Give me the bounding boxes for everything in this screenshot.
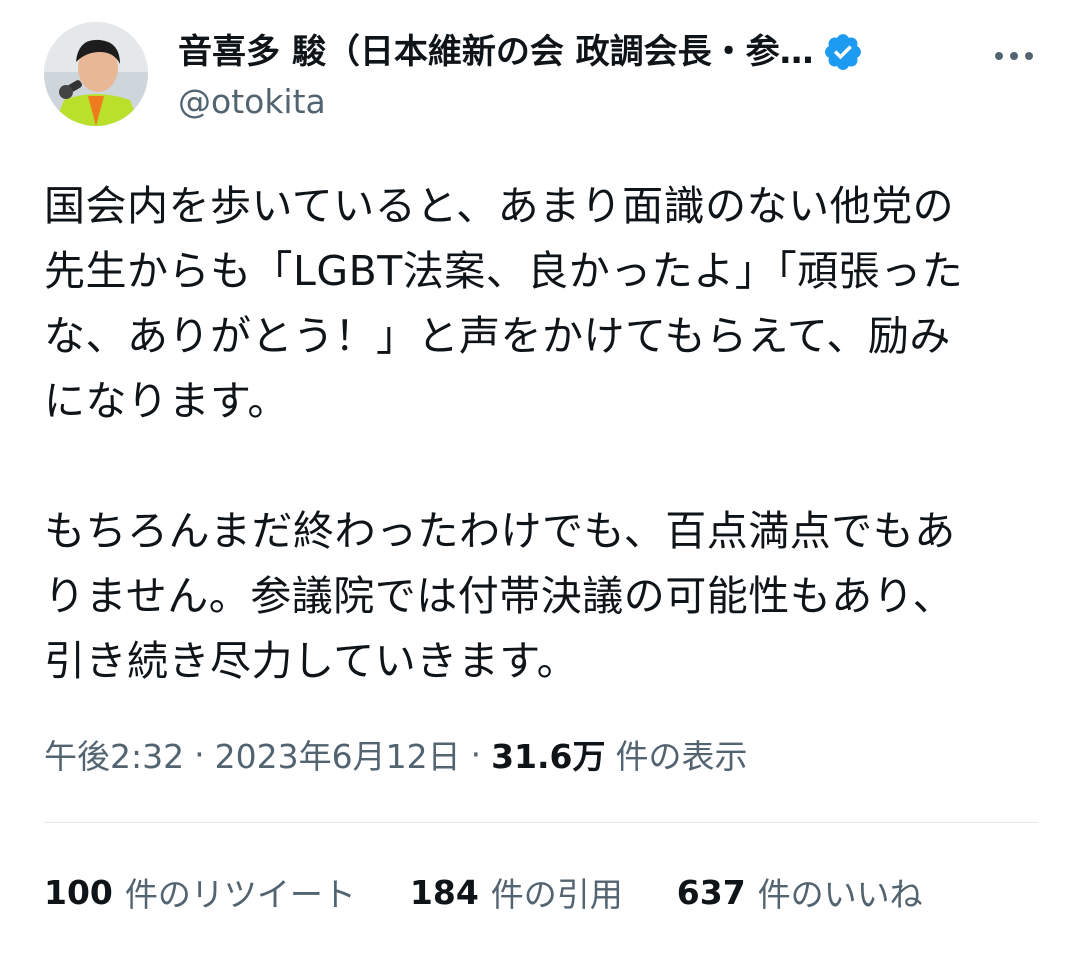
likes-count: 637: [676, 872, 746, 912]
tweet-header: 音喜多 駿（日本維新の会 政調会長・参… @otokita: [44, 22, 1044, 132]
quotes-label: 件の引用: [490, 875, 623, 914]
tweet-time[interactable]: 午後2:32: [44, 730, 184, 778]
author-handle[interactable]: @otokita: [178, 80, 326, 124]
likes-stat[interactable]: 637 件のいいね: [677, 868, 923, 916]
tweet-stats: 100 件のリツイート 184 件の引用 637 件のいいね: [44, 866, 977, 918]
retweets-stat[interactable]: 100 件のリツイート: [44, 868, 356, 916]
quotes-count: 184: [409, 872, 479, 912]
verified-badge-icon: [824, 34, 861, 70]
likes-label: 件のいいね: [757, 875, 923, 914]
tweet-meta: 午後2:32 · 2023年6月12日 · 31.6万 件の表示: [44, 728, 748, 780]
meta-separator: ·: [470, 734, 482, 774]
quotes-stat[interactable]: 184 件の引用: [410, 868, 623, 916]
retweets-label: 件のリツイート: [124, 875, 356, 914]
divider: [44, 822, 1038, 823]
views-count[interactable]: 31.6万: [491, 730, 605, 778]
tweet-text: 国会内を歩いていると、あまり面識のない他党の 先生からも「LGBT法案、良かった…: [44, 174, 1034, 694]
more-options-icon: [995, 52, 1033, 60]
avatar[interactable]: [44, 22, 148, 126]
avatar-image: [44, 22, 148, 126]
author-name-row: 音喜多 駿（日本維新の会 政調会長・参…: [178, 28, 978, 76]
tweet-paragraph-1: 国会内を歩いていると、あまり面識のない他党の 先生からも「LGBT法案、良かった…: [44, 182, 964, 425]
more-options-button[interactable]: [992, 34, 1036, 78]
tweet-date[interactable]: 2023年6月12日: [215, 730, 461, 778]
meta-separator: ·: [194, 734, 205, 774]
views-label[interactable]: 件の表示: [616, 730, 748, 778]
retweets-count: 100: [44, 872, 113, 912]
tweet-paragraph-2: もちろんまだ終わったわけでも、百点満点でもあ りません。参議院では付帯決議の可能…: [44, 507, 956, 685]
author-display-name[interactable]: 音喜多 駿（日本維新の会 政調会長・参…: [178, 30, 814, 74]
